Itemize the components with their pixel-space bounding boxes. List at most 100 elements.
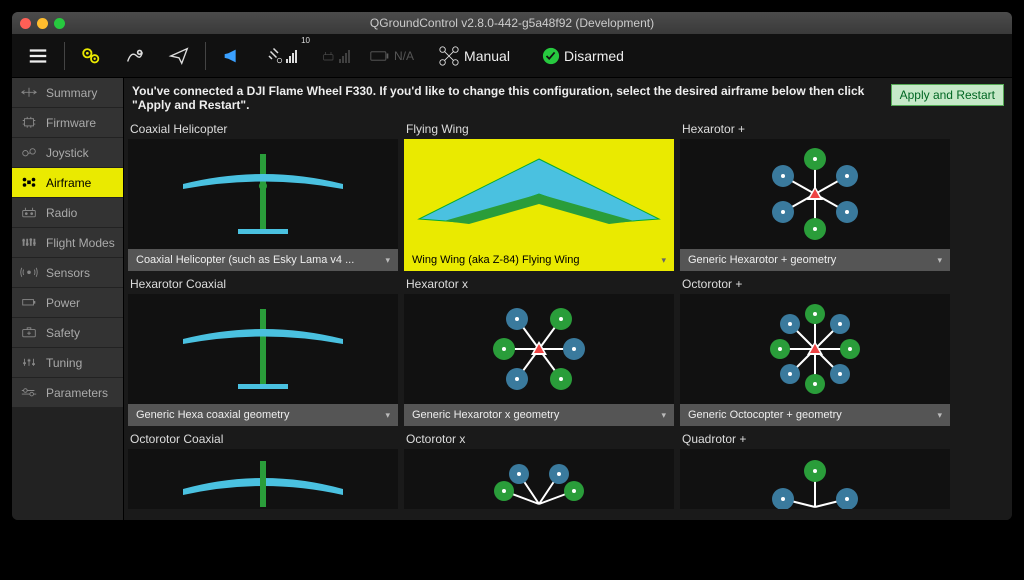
airframe-graphic — [680, 449, 950, 509]
satellite-icon — [266, 47, 284, 65]
card-title: Hexarotor Coaxial — [128, 275, 398, 294]
sidebar-item-label: Sensors — [46, 266, 90, 280]
airframe-card-octorotor-x[interactable]: Octorotor x — [404, 430, 674, 509]
airframe-graphic — [404, 294, 674, 404]
airframe-grid: Coaxial Helicopter Coaxial Helicopter (s… — [124, 120, 1012, 520]
airframe-icon — [20, 176, 38, 190]
airframe-select[interactable]: Wing Wing (aka Z-84) Flying Wing — [404, 249, 674, 271]
sidebar-item-radio[interactable]: Radio — [12, 198, 123, 228]
airframe-select[interactable]: Generic Hexa coaxial geometry — [128, 404, 398, 426]
gears-icon — [80, 45, 102, 67]
sidebar-item-airframe[interactable]: Airframe — [12, 168, 123, 198]
airframe-graphic — [128, 294, 398, 404]
plane-graphic-icon — [163, 449, 363, 509]
notice-bar: You've connected a DJI Flame Wheel F330.… — [124, 78, 1012, 120]
plane-graphic-icon — [163, 299, 363, 399]
airframe-graphic — [404, 139, 674, 249]
flight-mode-label: Manual — [464, 48, 510, 64]
apply-restart-button[interactable]: Apply and Restart — [891, 84, 1004, 106]
plane-graphic-icon — [163, 144, 363, 244]
airframe-card-octorotor-plus[interactable]: Octorotor + — [680, 275, 950, 426]
flying-wing-graphic-icon — [409, 144, 669, 244]
airframe-select[interactable]: Generic Hexarotor + geometry — [680, 249, 950, 271]
battery-status-button[interactable]: N/A — [364, 38, 420, 74]
airframe-select[interactable]: Generic Hexarotor x geometry — [404, 404, 674, 426]
setup-view-button[interactable] — [71, 38, 111, 74]
quadcopter-icon — [438, 45, 460, 67]
airframe-card-flying-wing[interactable]: Flying Wing Wing Wing (aka Z-84) Flying … — [404, 120, 674, 271]
parameters-icon — [20, 386, 38, 400]
card-title: Flying Wing — [404, 120, 674, 139]
fly-view-button[interactable] — [159, 38, 199, 74]
sidebar-item-power[interactable]: Power — [12, 288, 123, 318]
sidebar-item-sensors[interactable]: Sensors — [12, 258, 123, 288]
check-circle-icon — [542, 47, 560, 65]
sidebar-item-label: Airframe — [46, 176, 91, 190]
app-window: QGroundControl v2.8.0-442-g5a48f92 (Deve… — [12, 12, 1012, 520]
airframe-graphic — [128, 139, 398, 249]
airframe-card-hexarotor-coaxial[interactable]: Hexarotor Coaxial Generic Hexa coaxial g… — [128, 275, 398, 426]
airframe-card-hexarotor-x[interactable]: Hexarotor x Generic Hexarotor — [404, 275, 674, 426]
arm-status-label: Disarmed — [564, 48, 624, 64]
airframe-card-hexarotor-plus[interactable]: Hexarotor + Generic Hexarotor — [680, 120, 950, 271]
medkit-icon — [20, 326, 38, 340]
sidebar-item-firmware[interactable]: Firmware — [12, 108, 123, 138]
radio-icon — [20, 206, 38, 220]
signal-bars-icon — [339, 49, 350, 63]
plane-icon — [20, 86, 38, 100]
toolbar-divider — [64, 42, 65, 70]
hexarotor-graphic-icon — [755, 144, 875, 244]
card-title: Octorotor Coaxial — [128, 430, 398, 449]
megaphone-icon — [221, 45, 243, 67]
octo-partial-icon — [479, 449, 599, 509]
hamburger-menu-button[interactable] — [18, 38, 58, 74]
battery-icon — [20, 296, 38, 310]
sidebar-item-parameters[interactable]: Parameters — [12, 378, 123, 408]
sidebar-item-label: Flight Modes — [46, 236, 115, 250]
quad-partial-icon — [755, 449, 875, 509]
sidebar-item-label: Radio — [46, 206, 77, 220]
setup-sidebar: Summary Firmware Joystick Airframe Radio… — [12, 78, 124, 520]
plan-view-button[interactable] — [115, 38, 155, 74]
card-title: Hexarotor + — [680, 120, 950, 139]
airframe-card-octorotor-coaxial[interactable]: Octorotor Coaxial — [128, 430, 398, 509]
airframe-select[interactable]: Generic Octocopter + geometry — [680, 404, 950, 426]
paper-plane-icon — [168, 45, 190, 67]
airframe-select[interactable]: Coaxial Helicopter (such as Esky Lama v4… — [128, 249, 398, 271]
sidebar-item-summary[interactable]: Summary — [12, 78, 123, 108]
sidebar-item-safety[interactable]: Safety — [12, 318, 123, 348]
sidebar-item-label: Joystick — [46, 146, 89, 160]
airframe-graphic — [128, 449, 398, 509]
top-toolbar: 10 N/A Manual Disarmed — [12, 34, 1012, 78]
airframe-graphic — [404, 449, 674, 509]
messages-button[interactable] — [212, 38, 252, 74]
signal-bars-icon — [286, 49, 297, 63]
gps-status-button[interactable]: 10 — [256, 38, 306, 74]
flight-mode-button[interactable]: Manual — [424, 38, 524, 74]
airframe-card-coaxial-heli[interactable]: Coaxial Helicopter Coaxial Helicopter (s… — [128, 120, 398, 271]
sidebar-item-label: Safety — [46, 326, 80, 340]
rc-icon — [321, 48, 337, 64]
rc-status-button[interactable] — [310, 38, 360, 74]
airframe-card-quadrotor-plus[interactable]: Quadrotor + — [680, 430, 950, 509]
zoom-window-button[interactable] — [54, 18, 65, 29]
close-window-button[interactable] — [20, 18, 31, 29]
sidebar-item-label: Power — [46, 296, 80, 310]
sidebar-item-label: Firmware — [46, 116, 96, 130]
tuning-icon — [20, 356, 38, 370]
sidebar-item-tuning[interactable]: Tuning — [12, 348, 123, 378]
sidebar-item-flight-modes[interactable]: Flight Modes — [12, 228, 123, 258]
card-title: Hexarotor x — [404, 275, 674, 294]
card-title: Quadrotor + — [680, 430, 950, 449]
sidebar-item-joystick[interactable]: Joystick — [12, 138, 123, 168]
airframe-content: You've connected a DJI Flame Wheel F330.… — [124, 78, 1012, 520]
arm-status-button[interactable]: Disarmed — [528, 38, 638, 74]
titlebar: QGroundControl v2.8.0-442-g5a48f92 (Deve… — [12, 12, 1012, 34]
gps-sat-count: 10 — [301, 36, 310, 45]
minimize-window-button[interactable] — [37, 18, 48, 29]
hamburger-icon — [27, 45, 49, 67]
traffic-lights — [20, 18, 65, 29]
sliders-icon — [20, 236, 38, 250]
toolbar-divider — [205, 42, 206, 70]
sidebar-item-label: Summary — [46, 86, 97, 100]
